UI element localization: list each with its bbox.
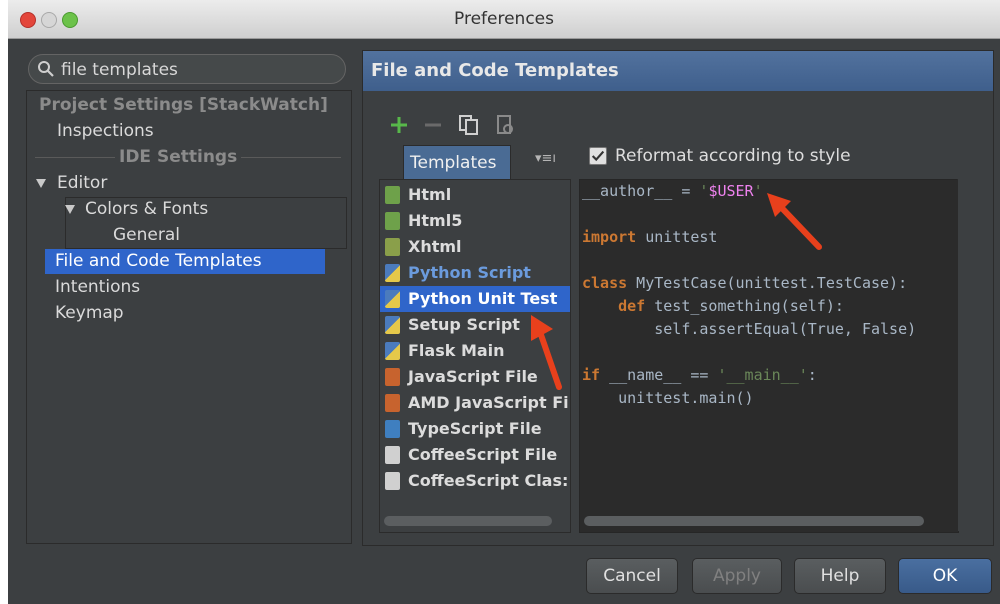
tree-item-editor[interactable]: Editor [27,171,349,196]
expand-arrow-icon[interactable] [36,179,46,188]
tab-list-icon[interactable]: ▾≡ı [535,151,556,166]
list-item-label: Xhtml [408,237,462,256]
reset-icon[interactable] [493,113,517,137]
ide-settings-label: IDE Settings [119,147,238,167]
list-item-label: TypeScript File [408,419,542,438]
list-item-label: Setup Script [408,315,520,334]
code-line: if __name__ == '__main__': [582,366,817,384]
tree-item-label: General [113,225,180,245]
javascript-file-icon [385,368,400,386]
check-icon [591,150,605,162]
settings-tree: Project Settings [StackWatch] Inspection… [26,90,352,544]
list-item[interactable]: TypeScript File [380,416,570,442]
list-item[interactable]: Html [380,182,570,208]
python-file-icon [385,264,400,282]
cancel-button[interactable]: Cancel [586,558,678,594]
tree-item-keymap[interactable]: Keymap [27,301,349,326]
project-settings-separator: Project Settings [StackWatch] [27,93,349,118]
list-item[interactable]: Xhtml [380,234,570,260]
window-title: Preferences [454,9,554,29]
tree-item-label: Keymap [55,303,124,323]
tab-templates[interactable]: Templates [403,145,511,181]
apply-button[interactable]: Apply [692,558,782,594]
panel-title: File and Code Templates [371,60,619,81]
tree-item-label: Editor [57,173,108,193]
list-item[interactable]: CoffeeScript Clas: [380,468,570,494]
ok-button[interactable]: OK [898,558,992,594]
expand-arrow-icon[interactable] [65,205,75,214]
list-item-label: CoffeeScript File [408,445,558,464]
python-file-icon [385,342,400,360]
file-code-templates-panel: File and Code Templates Templates ▾≡ı Re… [362,50,994,546]
tab-label: Templates [410,153,497,173]
html-file-icon [385,212,400,230]
tree-item-intentions[interactable]: Intentions [27,275,349,300]
list-item-label: CoffeeScript Clas: [408,471,569,490]
search-icon [38,61,54,77]
help-button[interactable]: Help [794,558,886,594]
coffeescript-file-icon [385,446,400,464]
copy-icon[interactable] [457,113,481,137]
python-file-icon [385,316,400,334]
tree-item-label: Intentions [55,277,141,297]
list-item-label: Html [408,185,452,204]
code-line: __author__ = '$USER' [582,182,763,200]
editor-vertical-scrollbar[interactable] [957,179,972,531]
list-item-label: Python Script [408,263,531,282]
list-item-label: Python Unit Test [408,289,558,308]
list-item[interactable]: Python Script [380,260,570,286]
preferences-window: Preferences Project Settings [StackWatch… [8,0,1000,604]
code-line: import unittest [582,228,718,246]
add-icon[interactable] [387,113,411,137]
list-item-label: Flask Main [408,341,505,360]
tree-item-general[interactable]: General [27,223,349,248]
list-horizontal-scrollbar[interactable] [384,516,552,526]
tree-item-label: File and Code Templates [55,251,262,271]
coffeescript-file-icon [385,472,400,490]
code-line: unittest.main() [582,389,754,407]
annotation-arrow-icon [767,193,822,250]
code-line: class MyTestCase(unittest.TestCase): [582,274,908,292]
divider [241,157,341,158]
reformat-checkbox[interactable] [589,147,607,165]
xhtml-file-icon [385,238,400,256]
panel-header: File and Code Templates [363,51,993,91]
python-file-icon [385,290,400,308]
search-input[interactable] [59,57,333,83]
typescript-file-icon [385,420,400,438]
tree-item-inspections[interactable]: Inspections [27,119,349,144]
editor-horizontal-scrollbar[interactable] [584,516,924,526]
remove-icon[interactable] [421,113,445,137]
tree-item-label: Inspections [57,121,154,141]
list-item-label: Html5 [408,211,463,230]
html-file-icon [385,186,400,204]
project-settings-label: Project Settings [StackWatch] [39,95,328,115]
tree-item-colors-fonts[interactable]: Colors & Fonts [27,197,349,222]
annotation-arrow-icon [531,315,562,390]
list-item[interactable]: Html5 [380,208,570,234]
javascript-file-icon [385,394,400,412]
tree-item-label: Colors & Fonts [85,199,209,219]
list-item[interactable]: CoffeeScript File [380,442,570,468]
settings-search-box[interactable] [28,54,346,84]
list-item-label: JavaScript File [408,367,538,386]
tree-item-file-code-templates[interactable]: File and Code Templates [45,249,325,274]
code-line: self.assertEqual(True, False) [582,320,917,338]
reformat-label: Reformat according to style [615,146,851,166]
title-bar: Preferences [8,0,1000,39]
code-line: def test_something(self): [582,297,844,315]
